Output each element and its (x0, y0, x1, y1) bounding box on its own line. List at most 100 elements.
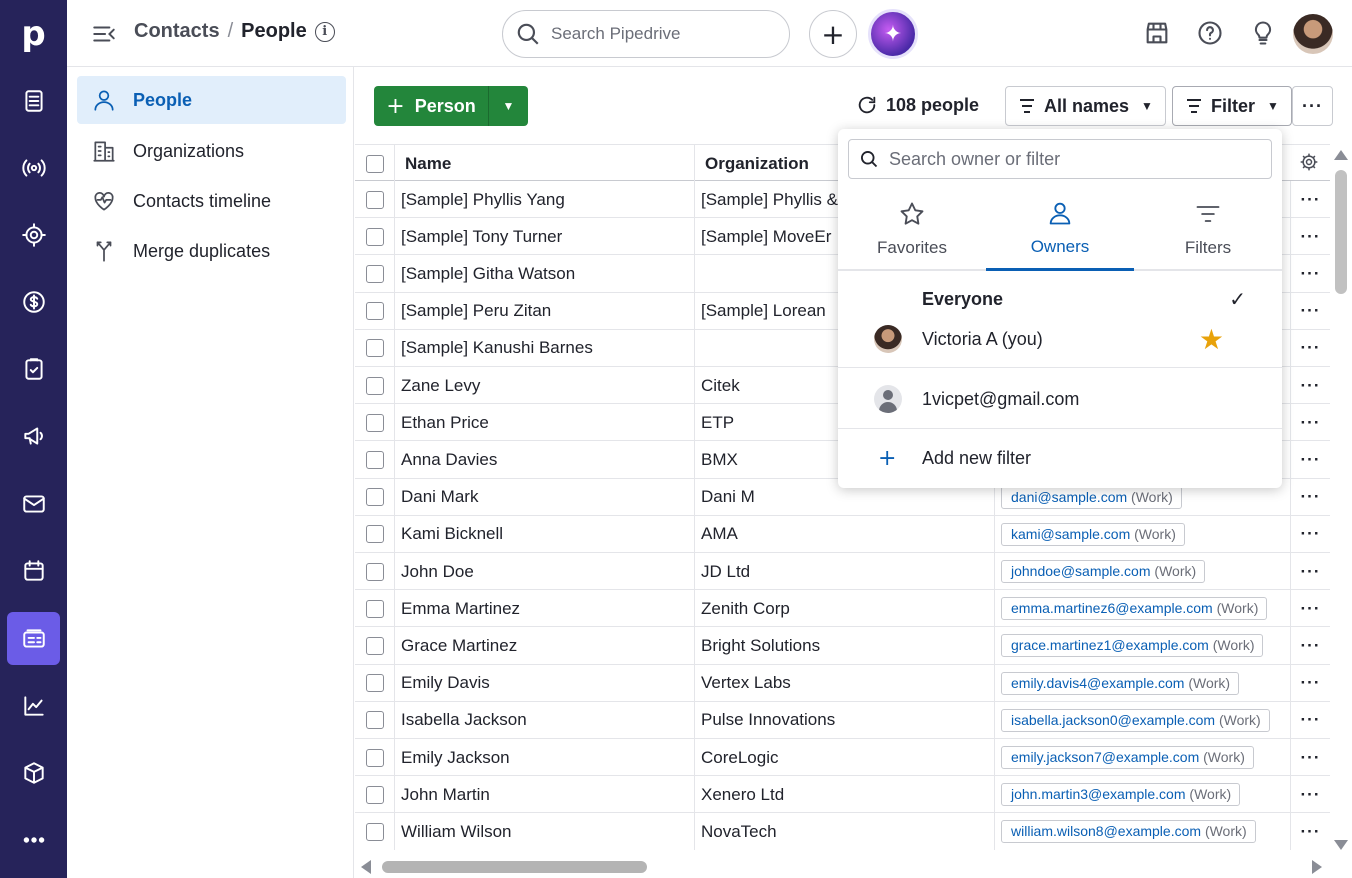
help-icon[interactable] (1195, 18, 1225, 48)
vertical-scroll-thumb[interactable] (1335, 170, 1347, 294)
email-link[interactable]: isabella.jackson0@example.com (Work) (1001, 708, 1270, 732)
person-name-cell[interactable]: Isabella Jackson (395, 701, 695, 739)
user-option-email[interactable]: 1vicpet@gmail.com (838, 381, 1282, 417)
sidebar-item-contacts-timeline[interactable]: Contacts timeline (77, 177, 346, 225)
table-row[interactable]: John Doe JD Ltd johndoe@sample.com (Work) ·… (355, 553, 1330, 591)
row-actions-button[interactable]: ··· (1291, 739, 1330, 776)
owner-option-victoria[interactable]: Victoria A (you) ★ (838, 321, 1282, 357)
all-names-filter-button[interactable]: All names ▼ (1005, 86, 1166, 126)
sidebar-item-people[interactable]: People (77, 76, 346, 124)
collapse-sidebar-icon[interactable] (91, 21, 117, 47)
scroll-down-arrow-icon[interactable] (1334, 840, 1348, 850)
table-row[interactable]: Emily Davis Vertex Labs emily.davis4@examp… (355, 664, 1330, 702)
row-checkbox[interactable] (365, 822, 384, 841)
table-row[interactable]: John Martin Xenero Ltd john.martin3@exampl… (355, 776, 1330, 814)
user-avatar[interactable] (1293, 14, 1333, 54)
box-icon[interactable] (7, 746, 60, 799)
quick-add-button[interactable]: + (809, 10, 857, 58)
table-row[interactable]: William Wilson NovaTech william.wilson8@ex… (355, 813, 1330, 850)
row-actions-button[interactable]: ··· (1291, 813, 1330, 850)
person-name-cell[interactable]: Ethan Price (395, 404, 695, 442)
person-name-cell[interactable]: Anna Davies (395, 441, 695, 479)
megaphone-icon[interactable] (7, 409, 60, 462)
lightbulb-icon[interactable] (1248, 18, 1278, 48)
row-actions-button[interactable]: ··· (1291, 218, 1330, 255)
add-new-filter-option[interactable]: + Add new filter (838, 441, 1282, 475)
clipboard-check-icon[interactable] (7, 342, 60, 395)
owner-option-everyone[interactable]: Everyone ✓ (838, 284, 1282, 314)
row-checkbox[interactable] (365, 636, 384, 655)
row-actions-button[interactable]: ··· (1291, 516, 1330, 553)
row-checkbox[interactable] (365, 599, 384, 618)
email-link[interactable]: kami@sample.com (Work) (1001, 522, 1185, 546)
organization-cell[interactable]: CoreLogic (695, 739, 995, 776)
row-checkbox[interactable] (365, 190, 384, 209)
person-name-cell[interactable]: [Sample] Kanushi Barnes (395, 329, 695, 367)
row-checkbox[interactable] (365, 339, 384, 358)
row-checkbox[interactable] (365, 488, 384, 507)
organization-cell[interactable]: AMA (695, 515, 995, 553)
more-actions-button[interactable]: ··· (1292, 86, 1333, 126)
row-checkbox[interactable] (365, 227, 384, 246)
person-name-cell[interactable]: [Sample] Phyllis Yang (395, 181, 695, 218)
email-link[interactable]: john.martin3@example.com (Work) (1001, 783, 1241, 807)
row-actions-button[interactable]: ··· (1291, 665, 1330, 702)
chart-icon[interactable] (7, 679, 60, 732)
email-link[interactable]: emily.jackson7@example.com (Work) (1001, 746, 1254, 769)
vertical-scrollbar[interactable] (1330, 148, 1352, 852)
row-checkbox[interactable] (365, 302, 384, 321)
row-actions-button[interactable]: ··· (1291, 479, 1330, 516)
column-header-name[interactable]: Name (395, 145, 695, 182)
pipedrive-logo[interactable]: p (0, 0, 67, 67)
row-actions-button[interactable]: ··· (1291, 330, 1330, 367)
calendar-icon[interactable] (7, 544, 60, 597)
person-name-cell[interactable]: [Sample] Tony Turner (395, 218, 695, 256)
email-link[interactable]: emily.davis4@example.com (Work) (1001, 671, 1240, 695)
organization-cell[interactable]: JD Ltd (695, 553, 995, 590)
row-actions-button[interactable]: ··· (1291, 181, 1330, 218)
table-row[interactable]: Kami Bicknell AMA kami@sample.com (Work) ··… (355, 515, 1330, 553)
person-name-cell[interactable]: Emily Jackson (395, 739, 695, 776)
more-horizontal-icon[interactable] (7, 813, 60, 866)
organization-cell[interactable]: Xenero Ltd (695, 776, 995, 814)
horizontal-scrollbar[interactable] (355, 856, 1330, 878)
ai-assistant-button[interactable]: ✦ (868, 9, 918, 59)
person-name-cell[interactable]: Emma Martinez (395, 590, 695, 628)
person-name-cell[interactable]: John Doe (395, 553, 695, 590)
row-actions-button[interactable]: ··· (1291, 404, 1330, 441)
table-row[interactable]: Emily Jackson CoreLogic emily.jackson7@exa… (355, 739, 1330, 777)
dollar-icon[interactable] (7, 275, 60, 328)
tab-owners[interactable]: Owners (986, 187, 1134, 271)
organization-cell[interactable]: NovaTech (695, 813, 995, 850)
organization-cell[interactable]: Bright Solutions (695, 627, 995, 665)
row-checkbox[interactable] (365, 785, 384, 804)
row-actions-button[interactable]: ··· (1291, 367, 1330, 404)
email-link[interactable]: emma.martinez6@example.com (Work) (1001, 597, 1268, 621)
owner-filter-search-input[interactable] (889, 148, 1259, 170)
row-actions-button[interactable]: ··· (1291, 776, 1330, 813)
row-actions-button[interactable]: ··· (1291, 590, 1330, 627)
sidebar-item-merge-duplicates[interactable]: Merge duplicates (77, 227, 346, 275)
row-actions-button[interactable]: ··· (1291, 702, 1330, 739)
row-actions-button[interactable]: ··· (1291, 255, 1330, 292)
person-name-cell[interactable]: Kami Bicknell (395, 515, 695, 553)
row-actions-button[interactable]: ··· (1291, 441, 1330, 478)
tab-favorites[interactable]: Favorites (838, 187, 986, 271)
email-link[interactable]: william.wilson8@example.com (Work) (1001, 820, 1256, 844)
row-checkbox[interactable] (365, 525, 384, 544)
person-name-cell[interactable]: John Martin (395, 776, 695, 814)
scroll-left-arrow-icon[interactable] (361, 860, 371, 874)
row-checkbox[interactable] (365, 562, 384, 581)
breadcrumb-contacts-link[interactable]: Contacts (134, 20, 220, 43)
select-all-checkbox[interactable] (365, 154, 384, 173)
table-row[interactable]: Emma Martinez Zenith Corp emma.martinez6@e… (355, 590, 1330, 628)
person-name-cell[interactable]: [Sample] Peru Zitan (395, 292, 695, 330)
horizontal-scroll-thumb[interactable] (382, 861, 647, 873)
person-name-cell[interactable]: Emily Davis (395, 664, 695, 702)
contacts-card-icon[interactable] (7, 612, 60, 665)
mail-icon[interactable] (7, 477, 60, 530)
favorite-star-icon[interactable]: ★ (1199, 323, 1224, 356)
row-checkbox[interactable] (365, 674, 384, 693)
column-settings-icon[interactable] (1299, 152, 1319, 172)
person-name-cell[interactable]: Dani Mark (395, 478, 695, 516)
